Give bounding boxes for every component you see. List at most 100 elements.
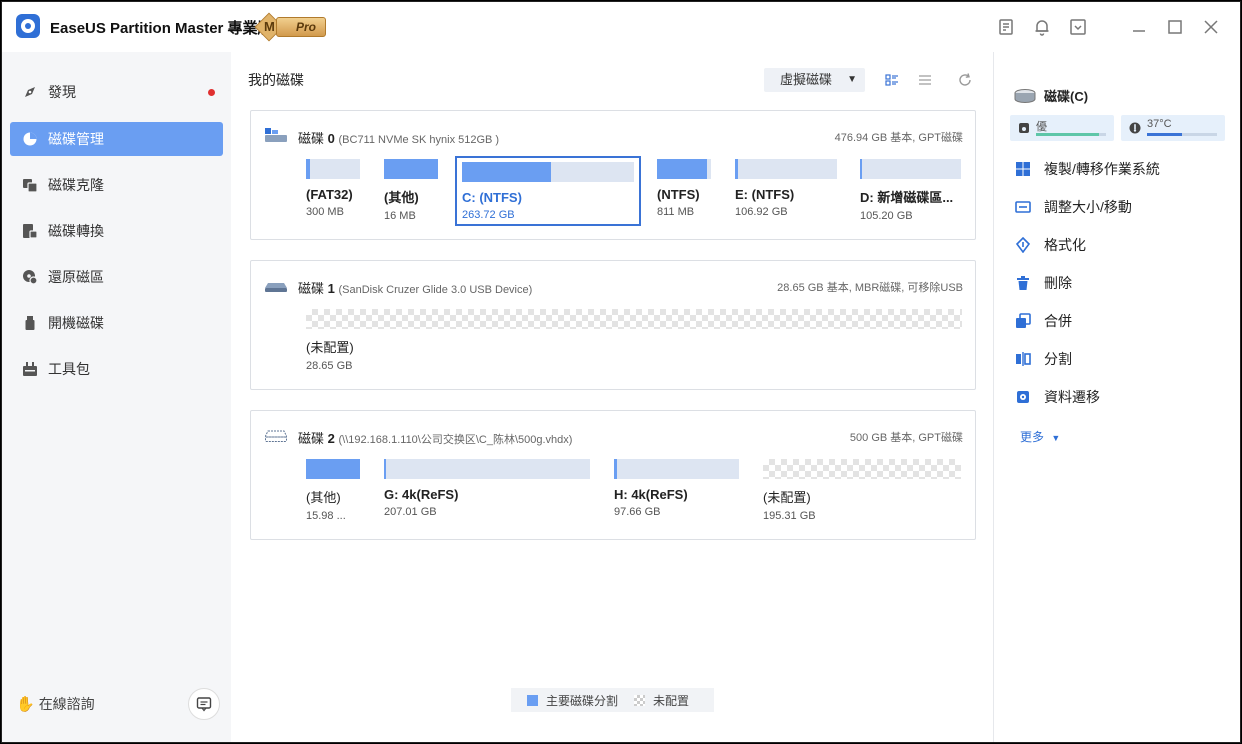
pro-badge[interactable]: M Pro	[254, 12, 326, 42]
disk-name: 磁碟	[298, 431, 325, 446]
legend-unallocated-label: 未配置	[653, 693, 690, 708]
partition-bar	[614, 459, 739, 479]
page-title: 我的磁碟	[248, 72, 304, 88]
partition-bar	[384, 159, 438, 179]
disk-card-1[interactable]: 磁碟 1 (SanDisk Cruzer Glide 3.0 USB Devic…	[250, 260, 976, 390]
merge-button[interactable]: 合併	[1014, 310, 1072, 332]
op-label: 格式化	[1044, 237, 1086, 253]
partition-g[interactable]: G: 4k(ReFS) 207.01 GB	[384, 459, 590, 518]
feedback-icon[interactable]	[996, 17, 1016, 37]
partition-usage-fill	[306, 459, 360, 479]
usb-icon	[22, 315, 38, 331]
partition-fat32[interactable]: (FAT32) 300 MB	[306, 159, 360, 218]
health-track	[1036, 133, 1106, 136]
partition-bar	[306, 459, 360, 479]
sidebar-item-disk-clone[interactable]: 磁碟克隆	[10, 168, 223, 202]
usb-drive-icon	[265, 283, 287, 292]
partition-size: 195.31 GB	[763, 510, 816, 522]
sidebar-item-label: 磁碟轉換	[48, 223, 104, 239]
disk-title: 磁碟 1 (SanDisk Cruzer Glide 3.0 USB Devic…	[298, 278, 532, 297]
partition-size: 15.98 ...	[306, 510, 346, 522]
download-box-icon[interactable]	[1068, 17, 1088, 37]
minimize-icon[interactable]	[1129, 17, 1149, 37]
partition-size: 97.66 GB	[614, 506, 661, 518]
legend-unallocated-swatch	[634, 694, 646, 706]
disk-title: 磁碟 0 (BC711 NVMe SK hynix 512GB )	[298, 128, 499, 147]
partition-usage-fill	[657, 159, 707, 179]
virtual-disk-label: 虛擬磁碟	[780, 72, 833, 87]
refresh-icon[interactable]	[957, 72, 973, 88]
partition-bar	[860, 159, 961, 179]
clone-os-button[interactable]: 複製/轉移作業系統	[1014, 158, 1160, 180]
partition-ntfs[interactable]: (NTFS) 811 MB	[657, 159, 711, 218]
disk-model: (\\192.168.1.110\公司交换区\C_陈林\500g.vhdx)	[338, 434, 573, 446]
split-button[interactable]: 分割	[1014, 348, 1072, 370]
partition-usage-fill	[306, 159, 311, 179]
app-title: EaseUS Partition Master 專業版	[50, 20, 273, 37]
partition-e[interactable]: E: (NTFS) 106.92 GB	[735, 159, 837, 218]
selected-partition-header: 磁碟(C)	[1014, 86, 1088, 105]
data-migrate-button[interactable]: 資料遷移	[1014, 386, 1100, 408]
partition-other[interactable]: (其他) 15.98 ...	[306, 459, 360, 522]
partition-usage-fill	[384, 459, 387, 479]
health-label: 優	[1036, 121, 1047, 133]
partition-unallocated[interactable]: (未配置) 195.31 GB	[763, 459, 961, 522]
legend-primary-swatch	[527, 694, 538, 706]
maximize-icon[interactable]	[1165, 17, 1185, 37]
sidebar-item-label: 磁碟克隆	[48, 177, 104, 193]
badge-letter: M	[264, 19, 275, 34]
sidebar-item-disk-convert[interactable]: 磁碟轉換	[10, 214, 223, 248]
sidebar-item-toolbox[interactable]: 工具包	[10, 352, 223, 386]
legend: 主要磁碟分割 未配置	[511, 688, 714, 712]
partition-usage-fill	[614, 459, 617, 479]
format-button[interactable]: 格式化	[1014, 234, 1086, 256]
resize-move-button[interactable]: 調整大小/移動	[1014, 196, 1132, 218]
delete-button[interactable]: 刪除	[1014, 272, 1072, 294]
app-logo-icon	[16, 14, 40, 38]
sidebar-item-discover[interactable]: 發現	[10, 75, 223, 109]
disk-header: 磁碟 0 (BC711 NVMe SK hynix 512GB ) 476.94…	[265, 127, 963, 147]
online-consult-link[interactable]: ✋ 在線諮詢	[16, 694, 95, 714]
health-status[interactable]: 優	[1010, 115, 1114, 141]
partition-bar	[735, 159, 837, 179]
split-icon	[1014, 350, 1032, 368]
sidebar-item-partition-recovery[interactable]: 還原磁區	[10, 260, 223, 294]
partition-size: 263.72 GB	[462, 209, 515, 221]
partition-bar	[306, 159, 360, 179]
list-view-icon[interactable]	[917, 72, 933, 88]
close-icon[interactable]	[1201, 17, 1221, 37]
sidebar-item-boot-disk[interactable]: 開機磁碟	[10, 306, 223, 340]
app-window: EaseUS Partition Master 專業版 M Pro 發現 磁碟管…	[1, 1, 1241, 743]
disk-card-0[interactable]: 磁碟 0 (BC711 NVMe SK hynix 512GB ) 476.94…	[250, 110, 976, 240]
compass-icon	[22, 84, 38, 100]
grid-view-icon[interactable]	[884, 72, 900, 88]
ssd-disk-icon	[265, 128, 287, 142]
temperature-status[interactable]: 37°C	[1121, 115, 1225, 141]
partition-unallocated[interactable]: (未配置) 28.65 GB	[306, 309, 962, 372]
trash-icon	[1014, 274, 1032, 292]
partition-label: H: 4k(ReFS)	[614, 487, 688, 502]
partition-other[interactable]: (其他) 16 MB	[384, 159, 438, 222]
bell-icon[interactable]	[1032, 17, 1052, 37]
op-label: 刪除	[1044, 275, 1072, 291]
thermometer-icon	[1129, 122, 1141, 134]
partition-usage-fill	[735, 159, 739, 179]
more-dropdown[interactable]: 更多 ▼	[1020, 428, 1060, 445]
chat-button[interactable]	[188, 688, 220, 720]
partition-d[interactable]: D: 新增磁碟區... 105.20 GB	[860, 159, 961, 222]
sidebar-item-label: 開機磁碟	[48, 315, 104, 331]
format-icon	[1014, 236, 1032, 254]
disk-card-2[interactable]: 磁碟 2 (\\192.168.1.110\公司交换区\C_陈林\500g.vh…	[250, 410, 976, 540]
sidebar-item-disk-management[interactable]: 磁碟管理	[10, 122, 223, 156]
partition-label: C: (NTFS)	[462, 190, 522, 205]
partition-size: 106.92 GB	[735, 206, 788, 218]
resize-icon	[1014, 198, 1032, 216]
sidebar-item-label: 工具包	[48, 361, 90, 377]
disk-info: 28.65 GB 基本, MBR磁碟, 可移除USB	[777, 282, 963, 294]
temperature-label: 37°C	[1147, 118, 1172, 130]
virtual-disk-dropdown[interactable]: 虛擬磁碟 ▼	[764, 68, 865, 92]
partition-size: 16 MB	[384, 210, 416, 222]
partition-h[interactable]: H: 4k(ReFS) 97.66 GB	[614, 459, 739, 518]
partition-c-selected[interactable]: C: (NTFS) 263.72 GB	[455, 156, 641, 226]
disk-number: 2	[327, 431, 335, 446]
